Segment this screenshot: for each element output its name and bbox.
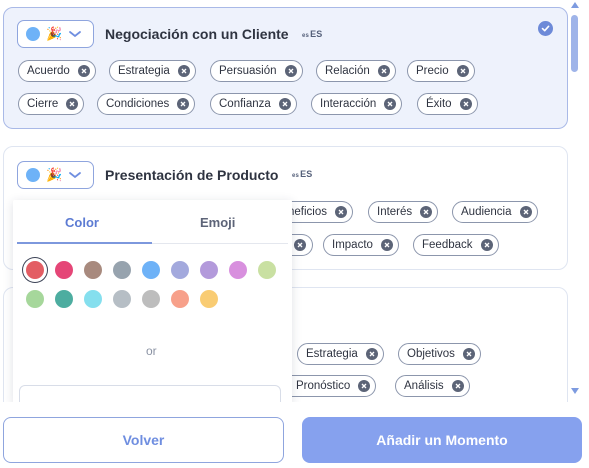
moment-title: Negociación con un Cliente bbox=[105, 26, 289, 42]
tag-chip[interactable]: Precio bbox=[407, 60, 475, 82]
close-circle-icon[interactable] bbox=[284, 65, 297, 77]
check-circle-icon[interactable] bbox=[538, 21, 553, 36]
tag-chip[interactable]: Estrategia bbox=[297, 343, 384, 365]
party-popper-icon: 🎉 bbox=[46, 26, 63, 42]
color-swatch[interactable] bbox=[55, 261, 73, 279]
color-dot bbox=[26, 168, 40, 182]
color-dot bbox=[26, 27, 40, 41]
or-separator: or bbox=[146, 344, 157, 358]
close-circle-icon[interactable] bbox=[380, 239, 393, 251]
moment-title: Presentación de Producto bbox=[105, 167, 279, 183]
color-swatch[interactable] bbox=[258, 261, 276, 279]
color-swatch[interactable] bbox=[229, 261, 247, 279]
close-circle-icon[interactable] bbox=[278, 98, 291, 110]
tag-chip[interactable]: neficios bbox=[284, 201, 353, 223]
moments-list[interactable]: 🎉 Negociación con un Cliente esES Acuerd… bbox=[0, 0, 570, 402]
color-swatch[interactable] bbox=[200, 290, 218, 308]
color-swatch[interactable] bbox=[171, 261, 189, 279]
close-circle-icon[interactable] bbox=[384, 98, 397, 110]
tag-chip[interactable]: Persuasión bbox=[210, 60, 303, 82]
tag-chip[interactable]: Feedback bbox=[413, 234, 499, 256]
close-circle-icon[interactable] bbox=[294, 239, 306, 251]
party-popper-icon: 🎉 bbox=[46, 167, 63, 183]
tab-divider bbox=[152, 243, 288, 244]
color-swatch[interactable] bbox=[200, 261, 218, 279]
color-emoji-selector[interactable]: 🎉 bbox=[17, 161, 94, 189]
tag-chip[interactable]: Estrategia bbox=[109, 60, 196, 82]
close-circle-icon[interactable] bbox=[177, 65, 190, 77]
close-circle-icon[interactable] bbox=[462, 348, 475, 360]
close-circle-icon[interactable] bbox=[177, 98, 190, 110]
close-circle-icon[interactable] bbox=[66, 98, 79, 110]
color-swatch[interactable] bbox=[113, 261, 131, 279]
color-swatch[interactable] bbox=[55, 290, 73, 308]
close-circle-icon[interactable] bbox=[335, 206, 347, 218]
close-circle-icon[interactable] bbox=[377, 65, 390, 77]
tag-chip[interactable]: Éxito bbox=[417, 93, 478, 115]
scrollbar[interactable] bbox=[570, 0, 580, 402]
close-circle-icon[interactable] bbox=[77, 65, 90, 77]
back-button[interactable]: Volver bbox=[3, 417, 284, 463]
close-circle-icon[interactable] bbox=[358, 380, 371, 392]
color-swatch[interactable] bbox=[26, 261, 44, 279]
tab-color[interactable]: Color bbox=[65, 215, 99, 230]
scroll-up-arrow-icon[interactable] bbox=[571, 2, 579, 8]
language-badge: esES bbox=[292, 169, 313, 179]
active-tab-indicator bbox=[17, 242, 152, 244]
color-swatch[interactable] bbox=[113, 290, 131, 308]
close-circle-icon[interactable] bbox=[365, 348, 378, 360]
custom-color-input[interactable] bbox=[19, 385, 281, 402]
tag-chip[interactable]: Condiciones bbox=[97, 93, 196, 115]
tag-chip[interactable]: Acuerdo bbox=[18, 60, 96, 82]
color-emoji-selector[interactable]: 🎉 bbox=[17, 20, 94, 48]
color-swatch[interactable] bbox=[26, 290, 44, 308]
close-circle-icon[interactable] bbox=[519, 206, 532, 218]
language-badge: esES bbox=[302, 29, 323, 39]
add-moment-button[interactable]: Añadir un Momento bbox=[302, 417, 582, 463]
color-swatch[interactable] bbox=[142, 290, 160, 308]
color-swatch[interactable] bbox=[84, 261, 102, 279]
tab-emoji[interactable]: Emoji bbox=[200, 215, 235, 230]
color-swatch[interactable] bbox=[171, 290, 189, 308]
tag-chip[interactable]: Impacto bbox=[323, 234, 399, 256]
color-emoji-picker: Color Emoji or bbox=[13, 200, 292, 402]
close-circle-icon[interactable] bbox=[456, 65, 469, 77]
tag-chip[interactable]: Interacción bbox=[311, 93, 403, 115]
close-circle-icon[interactable] bbox=[451, 380, 464, 392]
tag-chip[interactable]: Cierre bbox=[18, 93, 85, 115]
close-circle-icon[interactable] bbox=[459, 98, 472, 110]
tag-chip[interactable]: Análisis bbox=[395, 375, 470, 397]
scrollbar-thumb[interactable] bbox=[571, 15, 578, 72]
close-circle-icon[interactable] bbox=[480, 239, 493, 251]
moment-card-negociacion[interactable]: 🎉 Negociación con un Cliente esES Acuerd… bbox=[3, 7, 568, 129]
tag-chip[interactable]: Pronóstico bbox=[291, 375, 377, 397]
tag-chip[interactable]: Confianza bbox=[210, 93, 297, 115]
tag-chip[interactable]: Audiencia bbox=[452, 201, 538, 223]
tag-chip[interactable]: Relación bbox=[316, 60, 396, 82]
close-circle-icon[interactable] bbox=[420, 206, 433, 218]
tag-chip[interactable]: Objetivos bbox=[398, 343, 481, 365]
tag-chip[interactable]: Interés bbox=[368, 201, 439, 223]
color-swatch[interactable] bbox=[142, 261, 160, 279]
chevron-down-icon bbox=[69, 31, 82, 38]
chevron-down-icon bbox=[69, 172, 82, 179]
scroll-down-arrow-icon[interactable] bbox=[571, 388, 579, 394]
color-swatch[interactable] bbox=[84, 290, 102, 308]
